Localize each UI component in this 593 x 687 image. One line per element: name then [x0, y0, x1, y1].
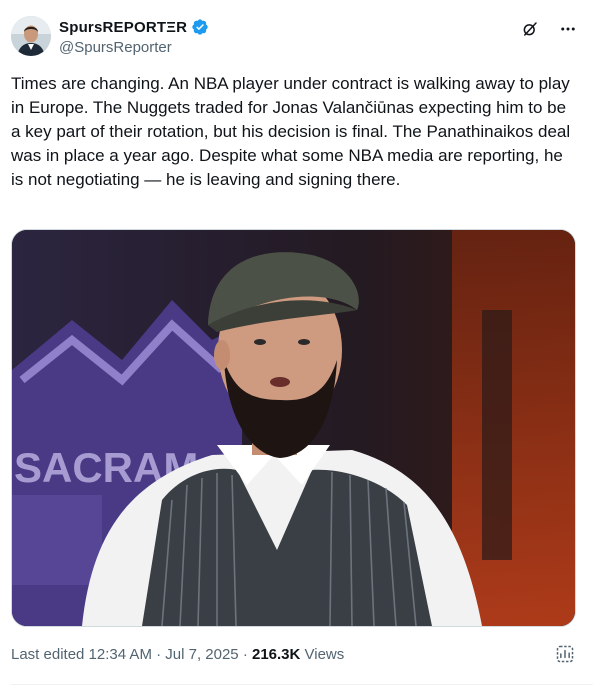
grok-icon[interactable] [519, 18, 541, 40]
tweet-meta: Last edited 12:34 AM · Jul 7, 2025 · 216… [11, 646, 344, 663]
analytics-icon[interactable] [555, 644, 575, 664]
author-name-row: SpursREPORTΞR [59, 18, 209, 36]
display-name[interactable]: SpursREPORTΞR [59, 19, 187, 36]
tweet-card: SpursREPORTΞR @SpursReporter Times are c… [0, 0, 593, 687]
edited-timestamp[interactable]: Last edited 12:34 AM · Jul 7, 2025 · [11, 646, 252, 663]
views-count: 216.3K [251, 646, 301, 663]
tweet-photo[interactable]: SACRAM [11, 229, 576, 627]
divider [11, 684, 593, 685]
verified-badge-icon [191, 18, 209, 36]
tweet-text: Times are changing. An NBA player under … [11, 74, 571, 189]
more-icon[interactable] [557, 18, 579, 40]
author-handle[interactable]: @SpursReporter [59, 39, 172, 56]
photo-image: SACRAM [12, 230, 575, 626]
avatar[interactable] [11, 16, 51, 56]
avatar-image [11, 16, 51, 56]
tweet-actions-top [519, 18, 579, 40]
views-label: Views [300, 646, 345, 663]
